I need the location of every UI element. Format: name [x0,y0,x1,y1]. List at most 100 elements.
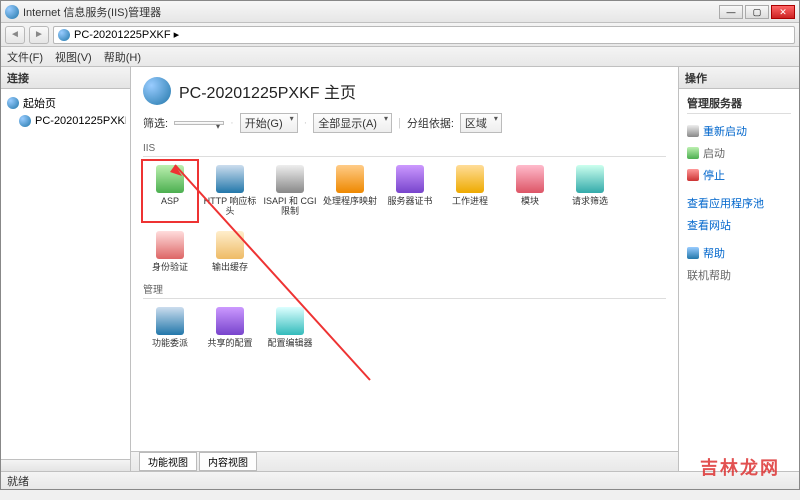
tree-server-node[interactable]: PC-20201225PXKF (PC-20... [5,113,126,129]
http-响应标头-icon [216,165,244,193]
mgmt-features-row: 功能委派共享的配置配置编辑器 [143,303,666,353]
left-splitter[interactable] [1,459,130,471]
tab-content-view[interactable]: 内容视图 [199,452,257,471]
group-dropdown[interactable]: 区域 [460,113,502,133]
处理程序映射-icon [336,165,364,193]
titlebar: Internet 信息服务(IIS)管理器 — ▢ ✕ [1,1,799,23]
home-icon [143,77,171,105]
server-node-icon [19,115,31,127]
maximize-button[interactable]: ▢ [745,5,769,19]
app-icon [5,5,19,19]
feature-共享的配置[interactable]: 共享的配置 [203,303,257,353]
feature-label: 身份验证 [143,263,197,273]
feature-模块[interactable]: 模块 [503,161,557,221]
group-label: 分组依据: [407,115,454,131]
connections-header: 连接 [1,67,130,89]
请求筛选-icon [576,165,604,193]
feature-label: ASP [143,197,197,207]
feature-身份验证[interactable]: 身份验证 [143,227,197,277]
stop-icon [687,169,699,181]
window-title: Internet 信息服务(IIS)管理器 [23,4,719,20]
server-icon [58,29,70,41]
window-buttons: — ▢ ✕ [719,5,795,19]
main-area: 连接 起始页 PC-20201225PXKF (PC-20... PC-2020… [1,67,799,471]
feature-asp[interactable]: ASP [143,161,197,221]
tab-features-view[interactable]: 功能视图 [139,452,197,471]
feature-请求筛选[interactable]: 请求筛选 [563,161,617,221]
iis-manager-window: Internet 信息服务(IIS)管理器 — ▢ ✕ ◄ ► PC-20201… [0,0,800,490]
connections-tree: 起始页 PC-20201225PXKF (PC-20... [1,89,130,459]
minimize-button[interactable]: — [719,5,743,19]
iis-features-row: ASP HTTP 响应标头 ISAPI 和 CGI 限制处理程序映射服务器证书工作进… [143,161,666,277]
feature-label: ISAPI 和 CGI 限制 [263,197,317,217]
restart-icon [687,125,699,137]
page-title: PC-20201225PXKF 主页 [179,79,356,103]
mgmt-section: 管理 功能委派共享的配置配置编辑器 [131,277,678,353]
actions-pane: 操作 管理服务器 重新启动 启动 停止 查看应用程序池 查看网站 帮助 联机帮助 [679,67,799,471]
action-view-pools[interactable]: 查看应用程序池 [687,192,791,214]
feature-http-响应标头[interactable]: HTTP 响应标头 [203,161,257,221]
address-bar[interactable]: PC-20201225PXKF ▸ [53,26,795,44]
actions-group-server: 管理服务器 [687,95,791,114]
feature-label: 输出缓存 [203,263,257,273]
forward-button[interactable]: ► [29,26,49,44]
actions-list: 管理服务器 重新启动 启动 停止 查看应用程序池 查看网站 帮助 联机帮助 [679,89,799,471]
center-pane: PC-20201225PXKF 主页 筛选: · 开始(G) · 全部显示(A)… [131,67,679,471]
view-tabs: 功能视图 内容视图 [131,451,678,471]
mgmt-section-label: 管理 [143,281,666,299]
feature-label: 功能委派 [143,339,197,349]
center-header: PC-20201225PXKF 主页 [131,67,678,111]
connections-pane: 连接 起始页 PC-20201225PXKF (PC-20... [1,67,131,471]
tree-start-label: 起始页 [23,95,56,111]
menu-view[interactable]: 视图(V) [55,49,92,65]
feature-服务器证书[interactable]: 服务器证书 [383,161,437,221]
feature-功能委派[interactable]: 功能委派 [143,303,197,353]
feature-label: 配置编辑器 [263,339,317,349]
feature-label: 处理程序映射 [323,197,377,207]
模块-icon [516,165,544,193]
filter-input[interactable] [174,121,224,125]
status-text: 就绪 [7,473,29,489]
feature-isapi-和-cgi-限制[interactable]: ISAPI 和 CGI 限制 [263,161,317,221]
feature-配置编辑器[interactable]: 配置编辑器 [263,303,317,353]
start-icon [687,147,699,159]
feature-label: 模块 [503,197,557,207]
配置编辑器-icon [276,307,304,335]
action-help[interactable]: 帮助 [687,242,791,264]
show-all-button[interactable]: 全部显示(A) [313,113,392,133]
feature-处理程序映射[interactable]: 处理程序映射 [323,161,377,221]
start-page-icon [7,97,19,109]
action-restart[interactable]: 重新启动 [687,120,791,142]
menu-file[interactable]: 文件(F) [7,49,43,65]
filter-bar: 筛选: · 开始(G) · 全部显示(A) | 分组依据: 区域 [131,111,678,139]
功能委派-icon [156,307,184,335]
separator: · [304,117,308,129]
feature-label: 请求筛选 [563,197,617,207]
separator: | [398,117,401,129]
feature-label: 工作进程 [443,197,497,207]
共享的配置-icon [216,307,244,335]
feature-label: 共享的配置 [203,339,257,349]
watermark: 吉林龙网 [700,454,780,480]
feature-工作进程[interactable]: 工作进程 [443,161,497,221]
action-start[interactable]: 启动 [687,142,791,164]
actions-header: 操作 [679,67,799,89]
filter-label: 筛选: [143,115,168,131]
back-button[interactable]: ◄ [5,26,25,44]
tree-server-label: PC-20201225PXKF (PC-20... [35,115,126,127]
feature-输出缓存[interactable]: 输出缓存 [203,227,257,277]
action-view-sites[interactable]: 查看网站 [687,214,791,236]
menu-help[interactable]: 帮助(H) [104,49,141,65]
help-icon [687,247,699,259]
status-bar: 就绪 [1,471,799,489]
separator: · [230,117,234,129]
身份验证-icon [156,231,184,259]
action-online-help[interactable]: 联机帮助 [687,264,791,286]
go-button[interactable]: 开始(G) [240,113,298,133]
tree-start-page[interactable]: 起始页 [5,93,126,113]
iis-section-label: IIS [143,143,666,157]
feature-label: HTTP 响应标头 [203,197,257,217]
服务器证书-icon [396,165,424,193]
action-stop[interactable]: 停止 [687,164,791,186]
close-button[interactable]: ✕ [771,5,795,19]
